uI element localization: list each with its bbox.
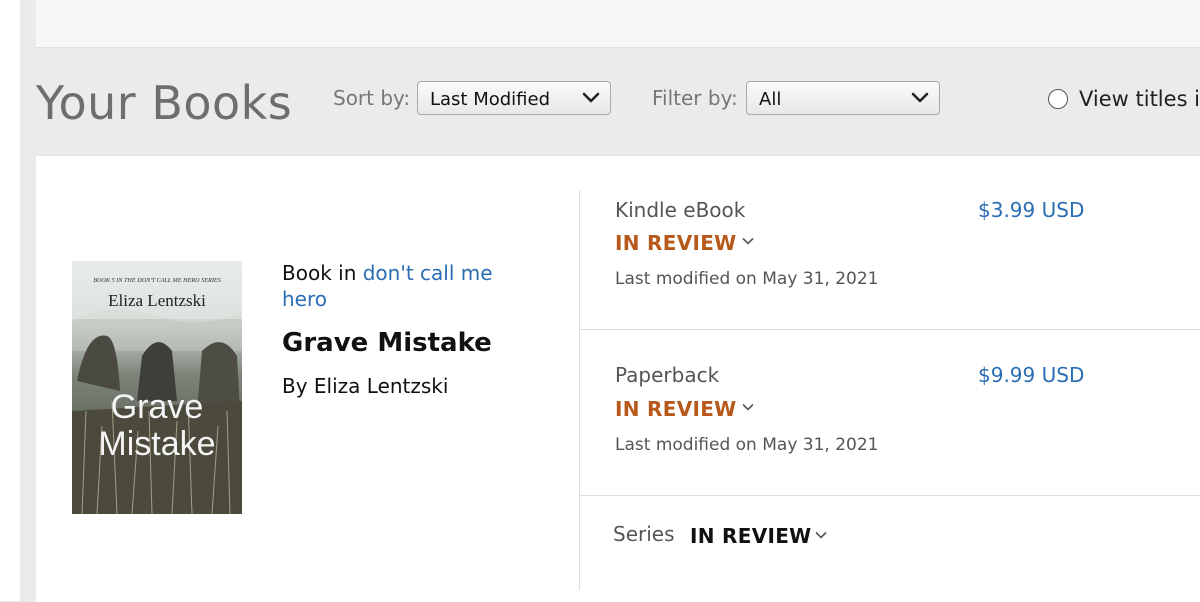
chevron-down-icon [911,92,929,103]
row-divider [580,495,1200,496]
book-author: By Eliza Lentzski [282,374,449,398]
chevron-down-icon[interactable] [815,531,827,539]
chevron-down-icon[interactable] [742,237,754,245]
series-status[interactable]: IN REVIEW [690,524,812,548]
book-cover[interactable]: BOOK 5 IN THE DON'T CALL ME HERO SERIES … [72,261,242,514]
column-divider [579,190,580,590]
sort-label: Sort by: [333,86,411,110]
paperback-status[interactable]: IN REVIEW [615,397,737,421]
book-in-prefix: Book in [282,261,357,285]
filter-select-value: All [759,89,782,110]
top-panel [36,0,1200,48]
series-label: Series [613,522,675,546]
kindle-status[interactable]: IN REVIEW [615,231,737,255]
cover-title-line2: Mistake [98,425,215,463]
paperback-price[interactable]: $9.99 USD [978,363,1084,387]
row-divider [580,329,1200,330]
paperback-last-modified: Last modified on May 31, 2021 [615,435,879,455]
book-series-line: Book in don't call me hero [282,260,522,312]
book-title[interactable]: Grave Mistake [282,328,492,358]
filter-label: Filter by: [652,86,738,110]
chevron-down-icon[interactable] [742,403,754,411]
format-name-kindle: Kindle eBook [615,198,746,222]
filter-select[interactable]: All [746,81,940,115]
book-card: BOOK 5 IN THE DON'T CALL ME HERO SERIES … [36,155,1200,602]
view-titles-label: View titles in [1079,87,1200,111]
chevron-down-icon [582,92,600,103]
page-title: Your Books [36,76,293,130]
format-name-paperback: Paperback [615,363,720,387]
kindle-last-modified: Last modified on May 31, 2021 [615,269,879,289]
kindle-price[interactable]: $3.99 USD [978,198,1084,222]
left-gutter [0,0,20,601]
cover-author: Eliza Lentzski [108,291,206,310]
sort-select-value: Last Modified [430,89,551,110]
sort-select[interactable]: Last Modified [417,81,611,115]
cover-title-line1: Grave [111,388,204,426]
view-titles-checkbox[interactable] [1048,89,1068,109]
cover-series-line: BOOK 5 IN THE DON'T CALL ME HERO SERIES [93,277,221,284]
book-cover-image: BOOK 5 IN THE DON'T CALL ME HERO SERIES … [72,261,242,514]
